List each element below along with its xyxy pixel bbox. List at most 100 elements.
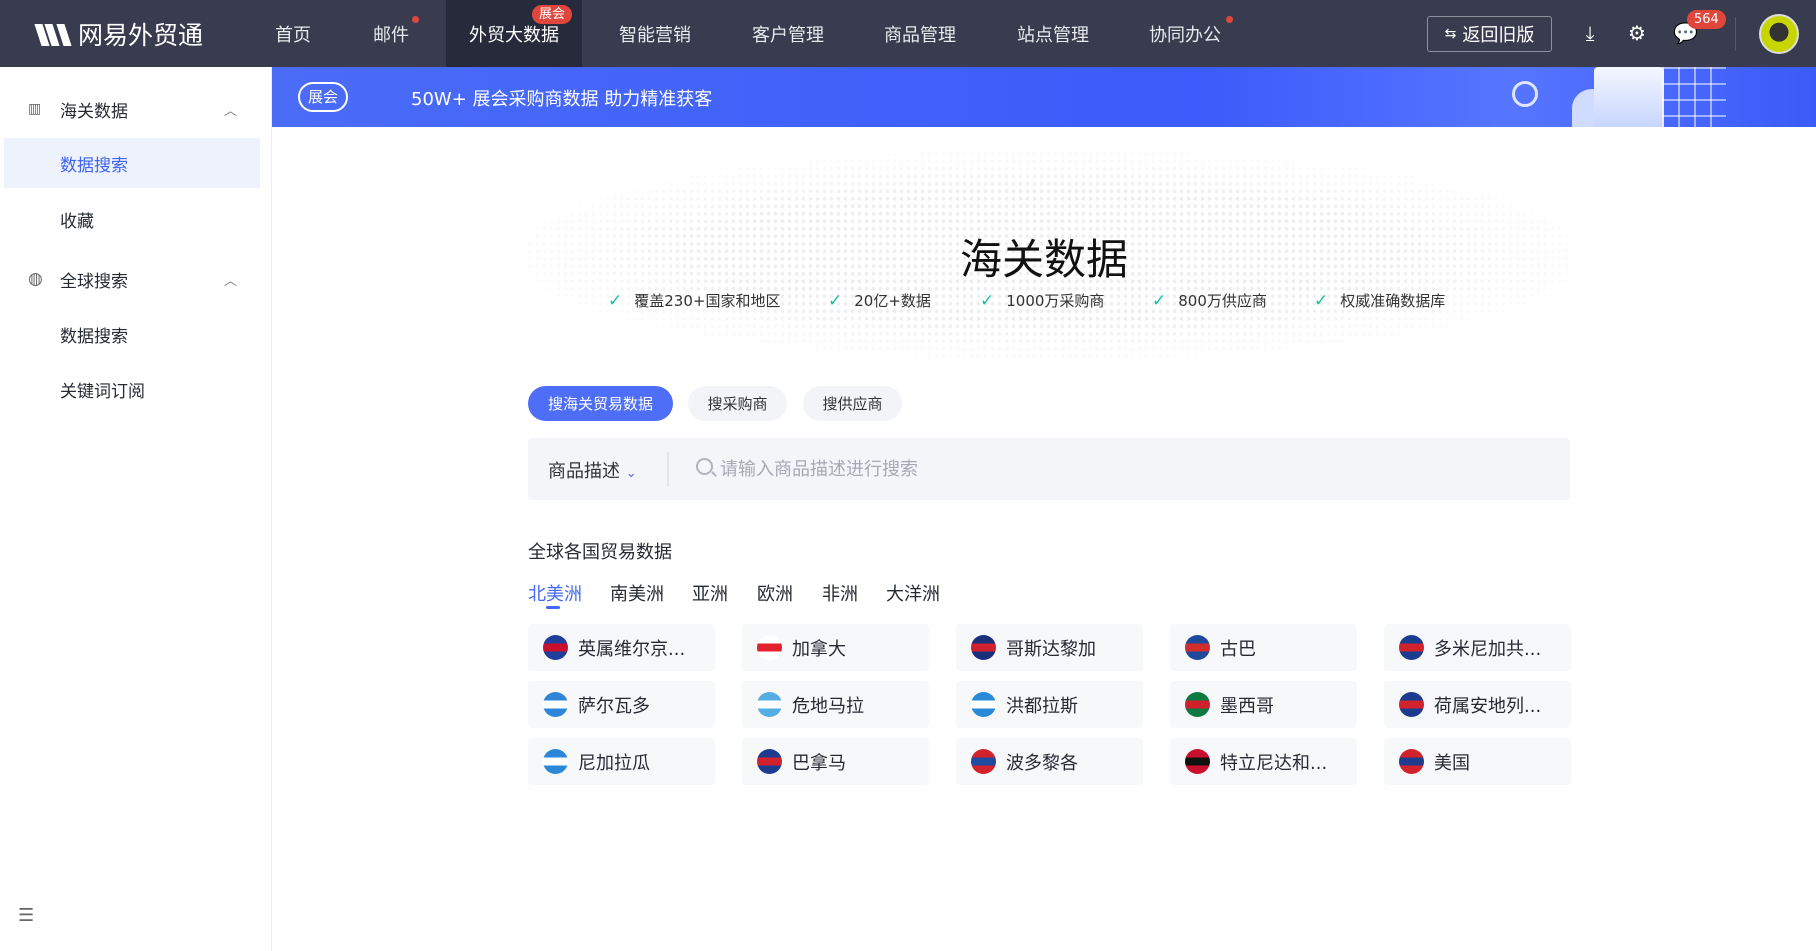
country-card[interactable]: 加拿大 — [742, 624, 929, 671]
flag-icon — [971, 692, 996, 717]
nav-products[interactable]: 商品管理 — [875, 0, 965, 67]
country-card[interactable]: 荷属安地列... — [1384, 681, 1571, 728]
brand-name: 网易外贸通 — [78, 21, 204, 50]
country-name: 尼加拉瓜 — [578, 752, 650, 774]
country-card[interactable]: 波多黎各 — [956, 738, 1143, 785]
country-card[interactable]: 洪都拉斯 — [956, 681, 1143, 728]
group-label: 海关数据 — [60, 101, 128, 122]
gear-icon[interactable]: ⚙ — [1626, 21, 1648, 45]
expo-banner[interactable]: 展会 50W+ 展会采购商数据 助力精准获客 — [272, 67, 1816, 127]
search-input[interactable] — [688, 438, 1548, 500]
top-bar: 网易外贸通 首页 邮件 外贸大数据 展会 智能营销 客户管理 商品管理 站点管理 … — [0, 0, 1816, 67]
country-card[interactable]: 多米尼加共... — [1384, 624, 1571, 671]
expo-badge: 展会 — [532, 5, 573, 24]
check-icon: ✓ — [1152, 290, 1167, 311]
nav-label: 客户管理 — [752, 24, 824, 46]
nav-customers[interactable]: 客户管理 — [743, 0, 833, 67]
region-tab[interactable]: 亚洲 — [692, 580, 728, 606]
tab-search-suppliers[interactable]: 搜供应商 — [803, 386, 902, 421]
flag-icon — [1399, 692, 1424, 717]
check-icon: ✓ — [828, 290, 843, 311]
collapse-sidebar-icon[interactable]: ☰ — [18, 905, 37, 926]
sidebar-item-global-data-search[interactable]: 数据搜索 — [0, 309, 272, 359]
country-card[interactable]: 古巴 — [1170, 624, 1357, 671]
banner-text: 50W+ 展会采购商数据 助力精准获客 — [411, 89, 713, 110]
tab-search-buyers[interactable]: 搜采购商 — [688, 386, 787, 421]
country-name: 危地马拉 — [792, 695, 864, 717]
chevron-up-icon: ︿ — [224, 103, 238, 119]
nav-label: 邮件 — [373, 24, 409, 46]
nav-mail[interactable]: 邮件 — [356, 0, 426, 67]
country-card[interactable]: 特立尼达和... — [1170, 738, 1357, 785]
flag-icon — [1399, 749, 1424, 774]
feature-item: ✓ 覆盖230+国家和地区 — [608, 290, 828, 311]
country-name: 哥斯达黎加 — [1006, 638, 1096, 660]
download-icon[interactable]: ⤓ — [1579, 21, 1601, 45]
country-card[interactable]: 哥斯达黎加 — [956, 624, 1143, 671]
nav-label: 外贸大数据 — [469, 24, 559, 46]
flag-icon — [971, 749, 996, 774]
swap-icon: ⇆ — [1444, 26, 1457, 42]
nav-sites[interactable]: 站点管理 — [1008, 0, 1098, 67]
active-tab-indicator — [546, 606, 560, 609]
country-name: 波多黎各 — [1006, 752, 1078, 774]
nav-home[interactable]: 首页 — [258, 0, 328, 67]
feature-item: ✓ 20亿+数据 — [828, 290, 980, 311]
button-label: 返回旧版 — [1462, 25, 1535, 46]
country-name: 加拿大 — [792, 638, 846, 660]
back-to-old-version-button[interactable]: ⇆ 返回旧版 — [1427, 16, 1552, 52]
search-field-select[interactable]: 商品描述 ⌄ — [548, 457, 637, 483]
country-card[interactable]: 英属维尔京... — [528, 624, 715, 671]
page-title: 海关数据 — [959, 235, 1128, 284]
country-card[interactable]: 尼加拉瓜 — [528, 738, 715, 785]
feature-item: ✓ 权威准确数据库 — [1314, 290, 1445, 311]
nav-office[interactable]: 协同办公 — [1140, 0, 1233, 67]
sidebar-item-data-search[interactable]: 数据搜索 — [4, 138, 260, 188]
brand-logo[interactable]: 网易外贸通 — [34, 16, 204, 52]
message-count-badge: 564 — [1687, 10, 1726, 29]
tab-customs-trade-data[interactable]: 搜海关贸易数据 — [528, 386, 673, 421]
country-name: 古巴 — [1220, 638, 1256, 660]
select-value: 商品描述 — [548, 461, 620, 482]
nav-trade-data[interactable]: 外贸大数据 展会 — [446, 0, 582, 67]
feature-label: 覆盖230+国家和地区 — [634, 292, 781, 310]
nav-marketing[interactable]: 智能营销 — [610, 0, 700, 67]
nav-label: 站点管理 — [1017, 24, 1089, 46]
flag-icon — [543, 635, 568, 660]
country-name: 美国 — [1434, 752, 1470, 774]
sidebar: ▥ 海关数据 ︿ 数据搜索 收藏 ◍ 全球搜索 ︿ 数据搜索 关键词订阅 ☰ — [0, 67, 272, 951]
item-label: 数据搜索 — [60, 155, 128, 176]
nav-label: 智能营销 — [619, 24, 691, 46]
country-name: 英属维尔京... — [578, 638, 686, 660]
flag-icon — [757, 635, 782, 660]
country-card[interactable]: 萨尔瓦多 — [528, 681, 715, 728]
search-bar: 商品描述 ⌄ — [528, 438, 1570, 500]
region-tab[interactable]: 北美洲 — [528, 580, 582, 606]
bar-chart-icon: ▥ — [28, 101, 42, 117]
feature-list: ✓ 覆盖230+国家和地区 ✓ 20亿+数据 ✓ 1000万采购商 ✓ 800万供应商 … — [608, 290, 1445, 311]
region-tab[interactable]: 大洋洲 — [886, 580, 940, 606]
nav-label: 商品管理 — [884, 24, 956, 46]
expo-pill: 展会 — [298, 82, 348, 112]
flag-icon — [1399, 635, 1424, 660]
country-card[interactable]: 墨西哥 — [1170, 681, 1357, 728]
avatar[interactable] — [1759, 14, 1799, 54]
country-name: 巴拿马 — [792, 752, 846, 774]
region-tab[interactable]: 南美洲 — [610, 580, 664, 606]
banner-illustration — [1512, 67, 1752, 127]
region-tab[interactable]: 非洲 — [822, 580, 858, 606]
flag-icon — [543, 692, 568, 717]
chevron-down-icon: ⌄ — [625, 466, 637, 481]
nav-label: 首页 — [275, 24, 311, 46]
country-card[interactable]: 危地马拉 — [742, 681, 929, 728]
sidebar-group-customs-data[interactable]: ▥ 海关数据 ︿ — [0, 94, 272, 124]
country-card[interactable]: 巴拿马 — [742, 738, 929, 785]
flag-icon — [1185, 635, 1210, 660]
sidebar-item-keyword-subscription[interactable]: 关键词订阅 — [0, 364, 272, 414]
feature-label: 800万供应商 — [1178, 292, 1267, 310]
country-name: 荷属安地列... — [1434, 695, 1542, 717]
region-tab[interactable]: 欧洲 — [757, 580, 793, 606]
country-card[interactable]: 美国 — [1384, 738, 1571, 785]
country-name: 墨西哥 — [1220, 695, 1274, 717]
check-icon: ✓ — [1314, 290, 1329, 311]
